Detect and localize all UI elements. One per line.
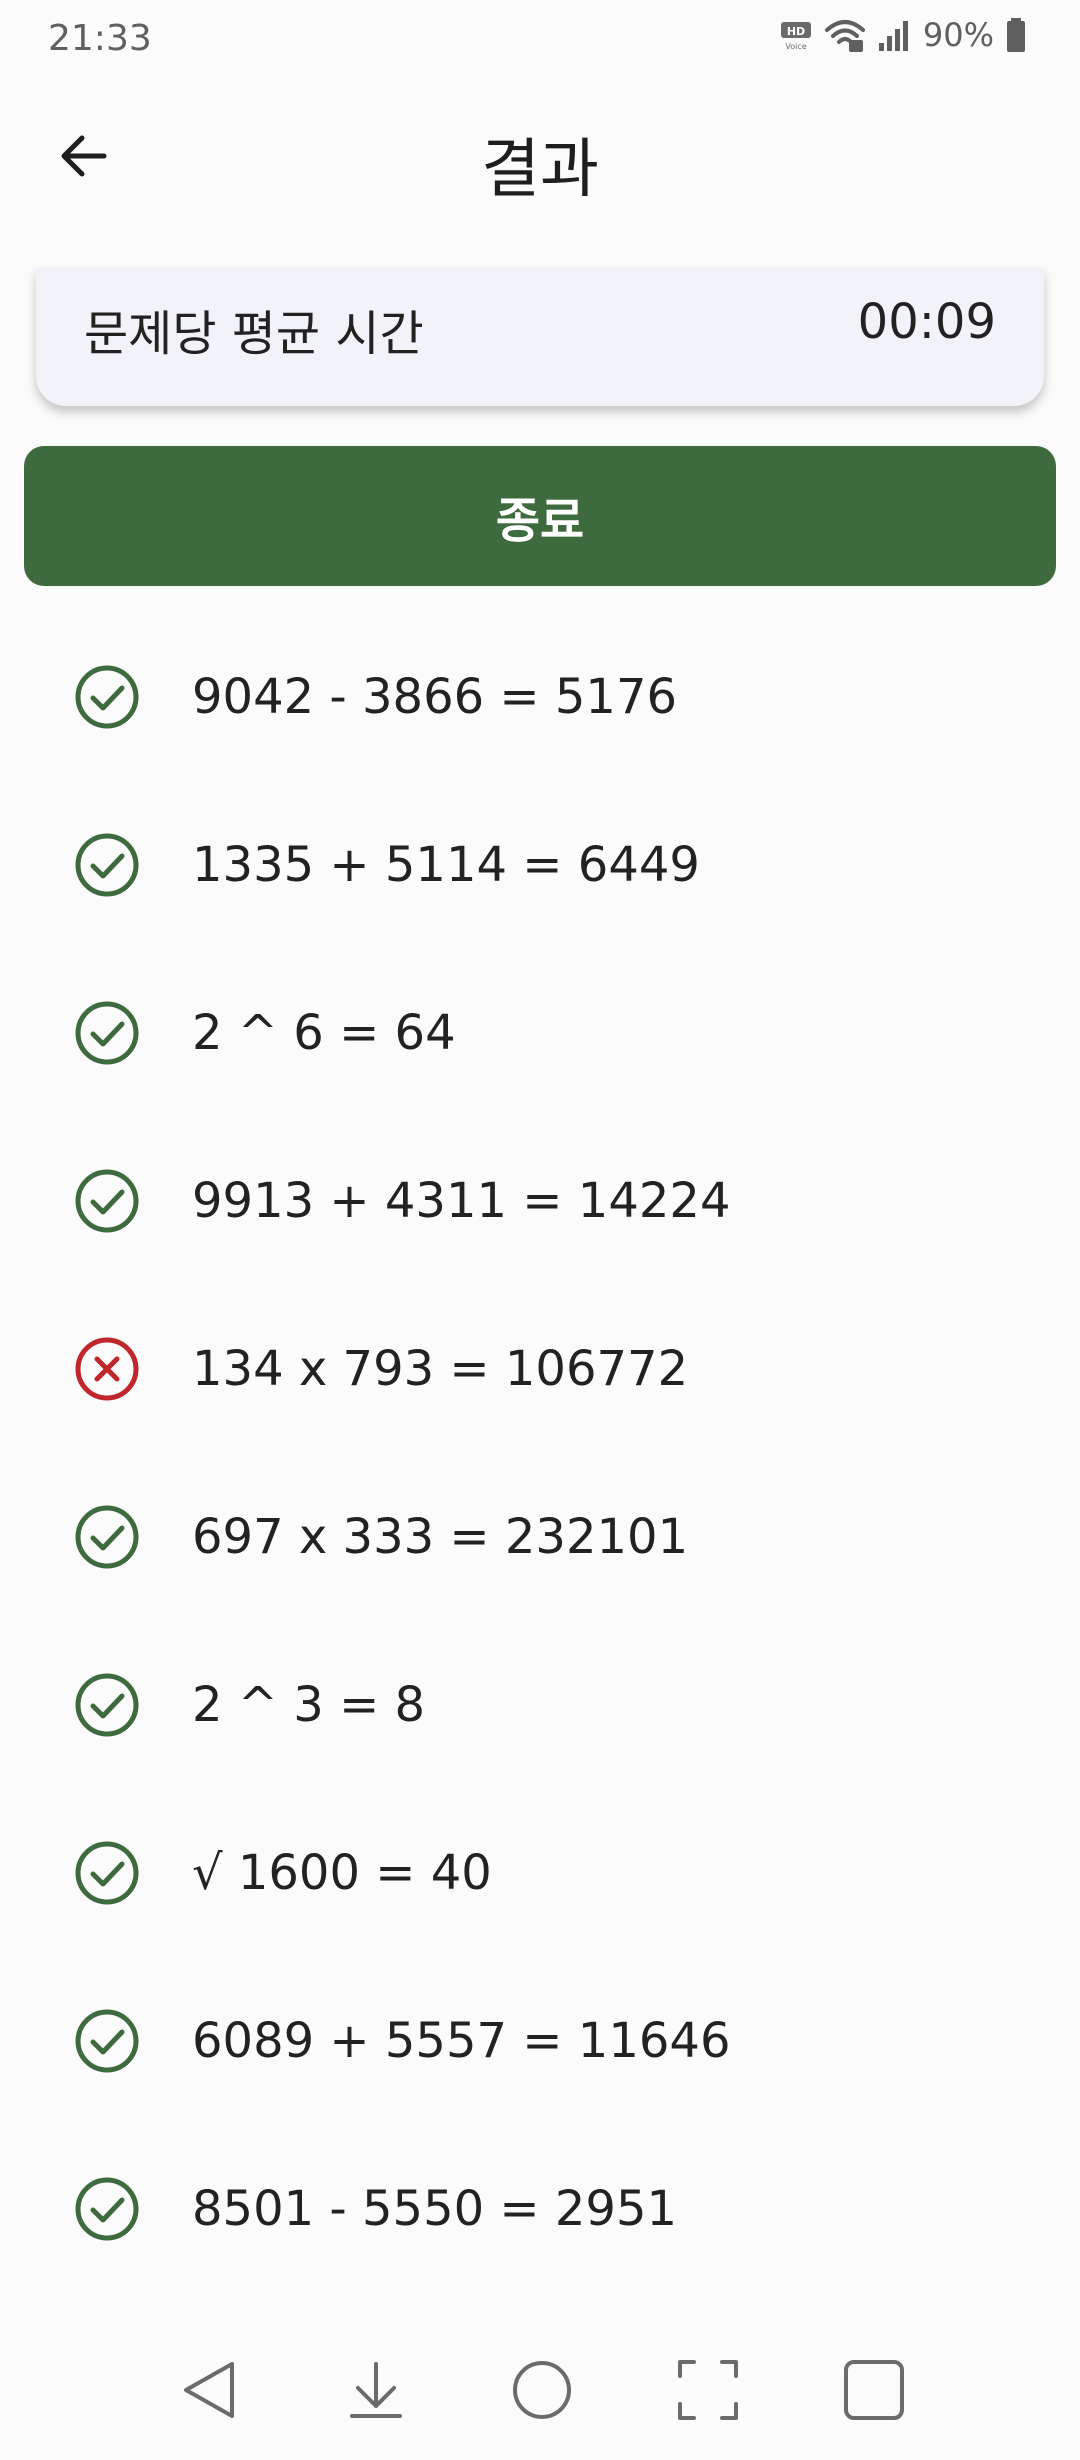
result-expression: 9042 - 3866 = 5176 bbox=[192, 669, 678, 725]
x-circle-icon bbox=[74, 1336, 140, 1402]
result-expression: 2 ^ 3 = 8 bbox=[192, 1677, 426, 1733]
nav-bar bbox=[0, 2320, 1080, 2460]
result-item: 8501 - 5550 = 2951 bbox=[0, 2112, 1080, 2280]
check-circle-icon bbox=[74, 1840, 140, 1906]
check-circle-icon bbox=[74, 1168, 140, 1234]
result-item: 697 x 333 = 232101 bbox=[0, 1440, 1080, 1608]
page-title: 결과 bbox=[481, 133, 599, 207]
svg-text:Voice: Voice bbox=[785, 42, 806, 51]
result-item: 9913 + 4311 = 14224 bbox=[0, 1104, 1080, 1272]
nav-home-icon bbox=[510, 2358, 574, 2427]
wifi-icon bbox=[823, 16, 867, 54]
nav-screenshot-icon bbox=[676, 2358, 740, 2427]
battery-icon bbox=[1004, 16, 1028, 54]
result-expression: 1335 + 5114 = 6449 bbox=[192, 837, 700, 893]
avg-time-value: 00:09 bbox=[857, 294, 996, 350]
result-item: √ 1600 = 40 bbox=[0, 1776, 1080, 1944]
nav-back-icon bbox=[178, 2358, 242, 2427]
check-circle-icon bbox=[74, 2176, 140, 2242]
nav-recents-button[interactable] bbox=[838, 2356, 910, 2428]
check-circle-icon bbox=[74, 664, 140, 730]
result-expression: 9913 + 4311 = 14224 bbox=[192, 1173, 731, 1229]
result-item: 2 ^ 6 = 64 bbox=[0, 936, 1080, 1104]
check-circle-icon bbox=[74, 1504, 140, 1570]
nav-notification-icon bbox=[344, 2358, 408, 2427]
nav-home-button[interactable] bbox=[506, 2356, 578, 2428]
signal-icon bbox=[877, 17, 913, 53]
result-item: 134 x 793 = 106772 bbox=[0, 1272, 1080, 1440]
hd-voice-icon: HD Voice bbox=[779, 18, 813, 52]
nav-back-button[interactable] bbox=[174, 2356, 246, 2428]
result-expression: 2 ^ 6 = 64 bbox=[192, 1005, 456, 1061]
check-circle-icon bbox=[74, 832, 140, 898]
check-circle-icon bbox=[74, 1000, 140, 1066]
check-circle-icon bbox=[74, 2008, 140, 2074]
result-item: 1335 + 5114 = 6449 bbox=[0, 768, 1080, 936]
nav-notification-button[interactable] bbox=[340, 2356, 412, 2428]
results-list: 9042 - 3866 = 5176 1335 + 5114 = 6449 2 ^ … bbox=[0, 600, 1080, 2280]
check-circle-icon bbox=[74, 1672, 140, 1738]
result-expression: 697 x 333 = 232101 bbox=[192, 1509, 689, 1565]
result-item: 2 ^ 3 = 8 bbox=[0, 1608, 1080, 1776]
nav-recents-icon bbox=[842, 2358, 906, 2427]
avg-time-label: 문제당 평균 시간 bbox=[84, 306, 424, 362]
finish-button[interactable]: 종료 bbox=[24, 446, 1056, 586]
result-expression: 8501 - 5550 = 2951 bbox=[192, 2181, 678, 2237]
status-bar: 21:33 HD Voice 90% bbox=[0, 0, 1080, 76]
result-expression: 134 x 793 = 106772 bbox=[192, 1341, 689, 1397]
result-item: 9042 - 3866 = 5176 bbox=[0, 600, 1080, 768]
result-expression: √ 1600 = 40 bbox=[192, 1845, 492, 1901]
status-icons: HD Voice 90% bbox=[779, 16, 1028, 54]
status-time: 21:33 bbox=[48, 18, 152, 59]
summary-card: 문제당 평균 시간 00:09 bbox=[36, 268, 1044, 406]
result-item: 6089 + 5557 = 11646 bbox=[0, 1944, 1080, 2112]
battery-percent: 90% bbox=[922, 16, 994, 54]
app-bar: 결과 bbox=[0, 76, 1080, 244]
nav-screenshot-button[interactable] bbox=[672, 2356, 744, 2428]
result-expression: 6089 + 5557 = 11646 bbox=[192, 2013, 731, 2069]
svg-text:HD: HD bbox=[787, 25, 805, 38]
